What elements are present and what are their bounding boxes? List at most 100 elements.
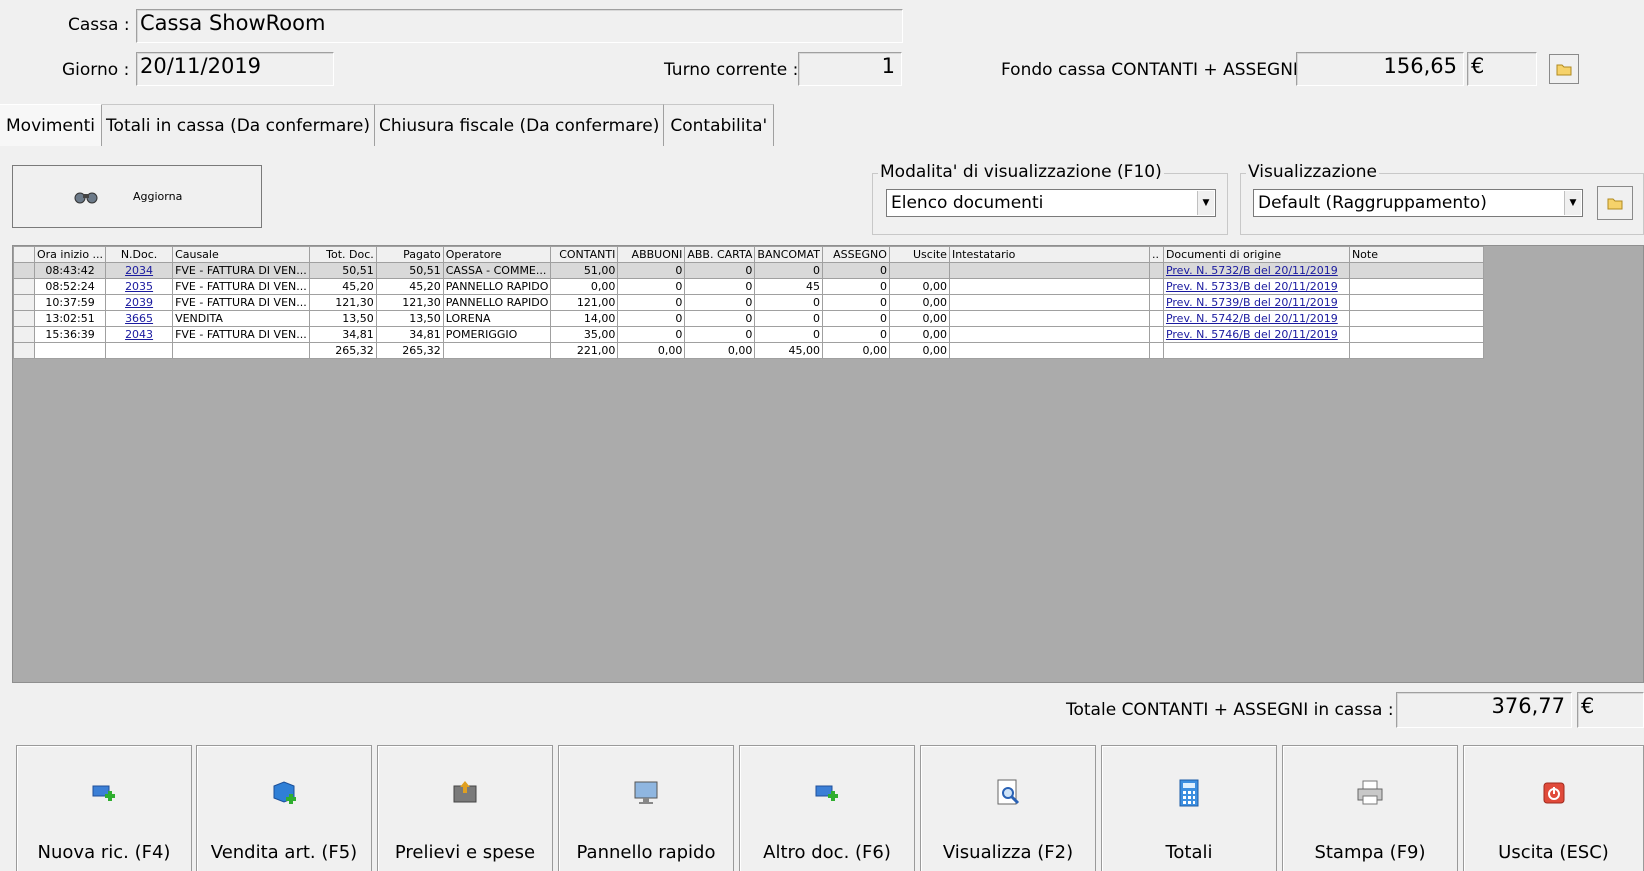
cell-assegno: 0 [821, 262, 890, 279]
visualizzazione-folder-button[interactable] [1597, 186, 1633, 220]
totali-button[interactable]: Totali [1101, 745, 1277, 871]
col-header[interactable]: Causale [172, 246, 310, 263]
totale-field[interactable]: 376,77 [1396, 692, 1572, 728]
table-row[interactable]: 08:52:24 2035 FVE - FATTURA DI VEN... 45… [13, 278, 1484, 295]
cell-abbuoni: 0 [617, 278, 686, 295]
nuova-ricevuta-button[interactable]: Nuova ric. (F4) [16, 745, 192, 871]
cell-ndoc: 3665 [105, 310, 174, 327]
table-row[interactable]: 15:36:39 2043 FVE - FATTURA DI VEN... 34… [13, 326, 1484, 343]
cell-bancomat: 0 [754, 294, 823, 311]
doc-link[interactable]: 2039 [125, 296, 153, 309]
cell-note [1348, 278, 1484, 295]
modalita-select[interactable]: Elenco documenti ▼ [886, 189, 1216, 217]
origin-doc-link[interactable]: Prev. N. 5732/B del 20/11/2019 [1166, 264, 1338, 277]
altro-documento-button[interactable]: Altro doc. (F6) [739, 745, 915, 871]
vendita-articolo-button[interactable]: Vendita art. (F5) [196, 745, 372, 871]
movements-table: Ora inizio ... N.Doc. Causale Tot. Doc. … [13, 246, 1484, 359]
cell-bancomat: 45 [754, 278, 823, 295]
doc-link[interactable]: 2034 [125, 264, 153, 277]
giorno-field[interactable]: 20/11/2019 [136, 52, 334, 86]
cassa-field[interactable]: Cassa ShowRoom [136, 9, 903, 43]
cell-pagato: 34,81 [375, 326, 444, 343]
visualizza-button[interactable]: Visualizza (F2) [920, 745, 1096, 871]
total-cell [105, 342, 174, 359]
col-header[interactable]: Intestatario [948, 246, 1150, 263]
visualizzazione-select[interactable]: Default (Raggruppamento) ▼ [1253, 189, 1583, 217]
button-label: Totali [1165, 842, 1213, 863]
doc-link[interactable]: 2035 [125, 280, 153, 293]
cell-bancomat: 0 [754, 326, 823, 343]
chevron-down-icon[interactable]: ▼ [1197, 191, 1214, 215]
cell-abbuoni: 0 [617, 294, 686, 311]
pannello-rapido-button[interactable]: Pannello rapido [558, 745, 734, 871]
origin-doc-link[interactable]: Prev. N. 5742/B del 20/11/2019 [1166, 312, 1338, 325]
total-cell [442, 342, 552, 359]
table-row[interactable]: 10:37:59 2039 FVE - FATTURA DI VEN... 12… [13, 294, 1484, 311]
col-header[interactable]: .. [1148, 246, 1164, 263]
col-header[interactable]: BANCOMAT [754, 246, 823, 263]
totals-row: 265,32 265,32 221,00 0,00 0,00 45,00 0,0… [13, 342, 1484, 359]
uscita-button[interactable]: Uscita (ESC) [1463, 745, 1644, 871]
row-header [13, 342, 35, 359]
cell-intestatario [948, 278, 1150, 295]
col-header[interactable]: ABBUONI [617, 246, 686, 263]
origin-doc-link[interactable]: Prev. N. 5733/B del 20/11/2019 [1166, 280, 1338, 293]
table-body: 08:43:42 2034 FVE - FATTURA DI VEN... 50… [13, 262, 1484, 359]
prelievi-spese-button[interactable]: Prelievi e spese [377, 745, 553, 871]
row-header[interactable] [13, 326, 35, 343]
fondo-field[interactable]: 156,65 [1296, 52, 1464, 86]
row-header[interactable] [13, 294, 35, 311]
origin-doc-link[interactable]: Prev. N. 5739/B del 20/11/2019 [1166, 296, 1338, 309]
cell-uscite: 0,00 [888, 278, 950, 295]
fondo-label: Fondo cassa CONTANTI + ASSEGNI : [1001, 60, 1310, 80]
total-cell [33, 342, 107, 359]
folder-button[interactable] [1549, 54, 1579, 84]
cell-operatore: LORENA [442, 310, 552, 327]
doc-link[interactable]: 3665 [125, 312, 153, 325]
tab-movimenti[interactable]: Movimenti [0, 104, 103, 146]
col-header[interactable]: N.Doc. [105, 246, 174, 263]
col-header[interactable]: ASSEGNO [821, 246, 890, 263]
cell-pagato: 50,51 [375, 262, 444, 279]
tab-totali-in-cassa[interactable]: Totali in cassa (Da confermare) [102, 104, 375, 146]
doc-link[interactable]: 2043 [125, 328, 153, 341]
stampa-button[interactable]: Stampa (F9) [1282, 745, 1458, 871]
col-header[interactable]: Operatore [442, 246, 552, 263]
chevron-down-icon[interactable]: ▼ [1564, 191, 1581, 215]
row-header[interactable] [13, 278, 35, 295]
cell-origine: Prev. N. 5739/B del 20/11/2019 [1162, 294, 1350, 311]
cell-abb-carta: 0 [684, 278, 756, 295]
col-header[interactable]: CONTANTI [550, 246, 619, 263]
origin-doc-link[interactable]: Prev. N. 5746/B del 20/11/2019 [1166, 328, 1338, 341]
table-row[interactable]: 13:02:51 3665 VENDITA 13,50 13,50 LORENA… [13, 310, 1484, 327]
tab-contabilita[interactable]: Contabilita' [664, 104, 775, 146]
turno-field[interactable]: 1 [798, 52, 902, 86]
table-row[interactable]: 08:43:42 2034 FVE - FATTURA DI VEN... 50… [13, 262, 1484, 279]
col-header[interactable]: Uscite [888, 246, 950, 263]
cell-origine: Prev. N. 5742/B del 20/11/2019 [1162, 310, 1350, 327]
col-header[interactable]: Documenti di origine [1162, 246, 1350, 263]
tab-chiusura-fiscale[interactable]: Chiusura fiscale (Da confermare) [374, 104, 665, 146]
col-header[interactable]: Pagato [375, 246, 444, 263]
total-cell [172, 342, 310, 359]
total-pagato: 265,32 [375, 342, 444, 359]
col-header[interactable]: Ora inizio ... [33, 246, 107, 263]
visualizzazione-selected: Default (Raggruppamento) [1258, 193, 1487, 213]
printer-icon [1357, 780, 1383, 805]
col-header[interactable]: ABB. CARTA [684, 246, 756, 263]
aggiorna-button[interactable]: Aggiorna [12, 165, 262, 228]
cell-time: 08:52:24 [33, 278, 107, 295]
cell-contanti: 51,00 [550, 262, 619, 279]
cell-intestatario [948, 294, 1150, 311]
cell-abb-carta: 0 [684, 326, 756, 343]
cell-extra [1148, 310, 1164, 327]
row-header[interactable] [13, 262, 35, 279]
cell-extra [1148, 278, 1164, 295]
row-header[interactable] [13, 310, 35, 327]
button-label: Visualizza (F2) [942, 842, 1074, 863]
col-header[interactable]: Tot. Doc. [308, 246, 377, 263]
col-header[interactable]: Note [1348, 246, 1484, 263]
button-label: Stampa (F9) [1314, 842, 1426, 863]
cell-ndoc: 2043 [105, 326, 174, 343]
cell-origine: Prev. N. 5746/B del 20/11/2019 [1162, 326, 1350, 343]
